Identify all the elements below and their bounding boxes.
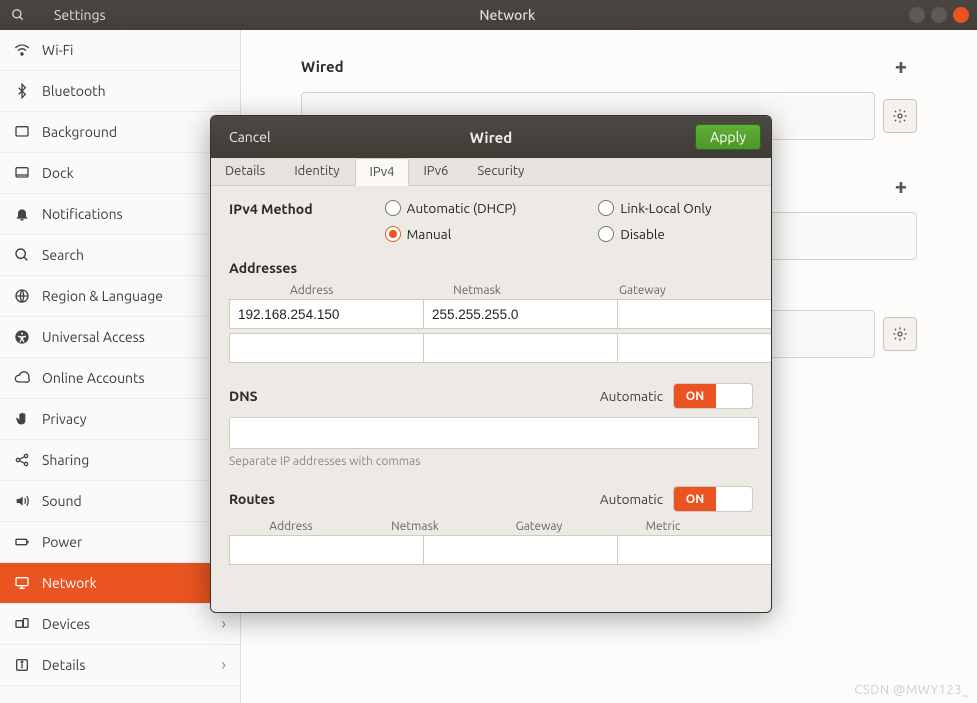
devices-icon xyxy=(14,616,36,632)
address-input-1[interactable] xyxy=(229,333,424,363)
routes-col-gateway: Gateway xyxy=(477,520,601,533)
sidebar-item-network[interactable]: Network xyxy=(0,563,240,604)
routes-automatic-label: Automatic xyxy=(600,491,663,507)
tab-bar: Details Identity IPv4 IPv6 Security xyxy=(211,158,771,186)
addresses-label: Addresses xyxy=(229,260,753,276)
ipv4-method-label: IPv4 Method xyxy=(229,201,313,217)
wifi-icon xyxy=(14,42,36,58)
globe-icon xyxy=(14,288,36,304)
dns-hint: Separate IP addresses with commas xyxy=(229,455,753,468)
wired-settings-button[interactable] xyxy=(883,99,917,133)
dns-input[interactable] xyxy=(229,417,759,449)
sidebar-item-sharing[interactable]: Sharing xyxy=(0,440,240,481)
sidebar-item-privacy[interactable]: Privacy xyxy=(0,399,240,440)
tab-ipv6[interactable]: IPv6 xyxy=(409,158,463,185)
sidebar-item-devices[interactable]: Devices› xyxy=(0,604,240,645)
cancel-button[interactable]: Cancel xyxy=(221,125,279,149)
info-icon xyxy=(14,657,36,673)
tab-security[interactable]: Security xyxy=(463,158,539,185)
netmask-input-0[interactable] xyxy=(424,299,618,329)
chevron-right-icon: › xyxy=(222,656,227,674)
settings-title: Settings xyxy=(54,7,106,23)
routes-col-metric: Metric xyxy=(601,520,725,533)
close-button[interactable] xyxy=(953,7,969,23)
addr-col-netmask: Netmask xyxy=(394,284,559,297)
dock-icon xyxy=(14,165,36,181)
sidebar-item-bluetooth[interactable]: Bluetooth xyxy=(0,71,240,112)
search-button[interactable] xyxy=(0,0,36,30)
titlebar: Settings Network xyxy=(0,0,977,30)
radio-disable[interactable]: Disable xyxy=(598,226,753,242)
bell-icon xyxy=(14,206,36,222)
sidebar-item-power[interactable]: Power xyxy=(0,522,240,563)
speaker-icon xyxy=(14,493,36,509)
gateway-input-1[interactable] xyxy=(618,333,771,363)
address-input-0[interactable] xyxy=(229,299,424,329)
sidebar-item-details[interactable]: Details› xyxy=(0,645,240,686)
route-netmask-input[interactable] xyxy=(424,535,618,565)
routes-automatic-toggle[interactable]: ON xyxy=(673,486,753,512)
route-address-input[interactable] xyxy=(229,535,424,565)
minimize-button[interactable] xyxy=(909,7,925,23)
cloud-icon xyxy=(14,370,36,386)
radio-manual[interactable]: Manual xyxy=(385,226,569,242)
tab-ipv4[interactable]: IPv4 xyxy=(355,158,410,186)
network-icon xyxy=(14,575,36,591)
sidebar-item-wifi[interactable]: Wi-Fi xyxy=(0,30,240,71)
sidebar-item-region[interactable]: Region & Language xyxy=(0,276,240,317)
proxy-settings-button[interactable] xyxy=(883,317,917,351)
radio-automatic-dhcp[interactable]: Automatic (DHCP) xyxy=(385,200,569,216)
sidebar-item-sound[interactable]: Sound xyxy=(0,481,240,522)
dialog-title: Wired xyxy=(211,129,771,146)
share-icon xyxy=(14,452,36,468)
dns-label: DNS xyxy=(229,388,258,404)
routes-col-address: Address xyxy=(229,520,353,533)
page-title: Network xyxy=(106,7,909,23)
netmask-input-1[interactable] xyxy=(424,333,618,363)
sidebar-item-notifications[interactable]: Notifications xyxy=(0,194,240,235)
apply-button[interactable]: Apply xyxy=(695,124,761,150)
addr-col-address: Address xyxy=(229,284,394,297)
wired-section-title: Wired xyxy=(301,58,344,75)
sidebar: Wi-Fi Bluetooth Background Dock Notifica… xyxy=(0,30,241,703)
add-wired-button[interactable]: + xyxy=(885,50,917,82)
dns-automatic-label: Automatic xyxy=(600,388,663,404)
sidebar-item-search[interactable]: Search xyxy=(0,235,240,276)
tab-details[interactable]: Details xyxy=(211,158,280,185)
gateway-input-0[interactable] xyxy=(618,299,771,329)
tab-identity[interactable]: Identity xyxy=(280,158,354,185)
dns-automatic-toggle[interactable]: ON xyxy=(673,383,753,409)
radio-link-local[interactable]: Link-Local Only xyxy=(598,200,753,216)
sidebar-item-online-accounts[interactable]: Online Accounts xyxy=(0,358,240,399)
wired-settings-dialog: Cancel Wired Apply Details Identity IPv4… xyxy=(210,115,770,595)
search-icon xyxy=(14,247,36,263)
addr-col-gateway: Gateway xyxy=(560,284,725,297)
route-gateway-input[interactable] xyxy=(618,535,771,565)
maximize-button[interactable] xyxy=(931,7,947,23)
accessibility-icon xyxy=(14,329,36,345)
routes-col-netmask: Netmask xyxy=(353,520,477,533)
watermark: CSDN @MWY123_ xyxy=(854,683,969,697)
battery-icon xyxy=(14,534,36,550)
sidebar-item-background[interactable]: Background xyxy=(0,112,240,153)
routes-label: Routes xyxy=(229,491,275,507)
add-vpn-button[interactable]: + xyxy=(885,170,917,202)
background-icon xyxy=(14,124,36,140)
bluetooth-icon xyxy=(14,83,36,99)
chevron-right-icon: › xyxy=(222,615,227,633)
sidebar-item-universal-access[interactable]: Universal Access xyxy=(0,317,240,358)
sidebar-item-dock[interactable]: Dock xyxy=(0,153,240,194)
hand-icon xyxy=(14,411,36,427)
